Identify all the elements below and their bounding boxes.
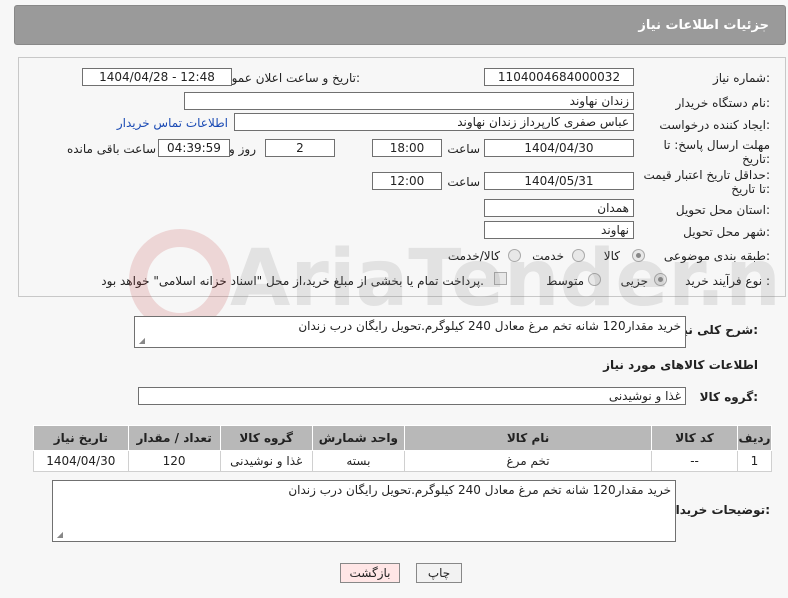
remaining-time-field: 04:39:59	[158, 139, 230, 157]
process-label: نوع فرآیند خرید :	[685, 274, 770, 288]
goods-section-title: اطلاعات کالاهای مورد نیاز	[603, 358, 758, 372]
deadline-time-label: ساعت	[447, 142, 480, 156]
cell-name: تخم مرغ	[403, 450, 653, 472]
city-field: نهاوند	[484, 221, 634, 239]
price-date-field: 1404/05/31	[484, 172, 634, 190]
page-title: جزئیات اطلاعات نیاز	[638, 18, 769, 33]
col-quantity: تعداد / مقدار	[127, 425, 221, 451]
province-label: استان محل تحویل:	[675, 203, 770, 217]
price-time-field: 12:00	[372, 172, 442, 190]
description-textarea[interactable]: خرید مقدار120 شانه تخم مرغ معادل 240 کیل…	[134, 316, 686, 348]
province-field: همدان	[484, 199, 634, 217]
process-medium-label: متوسط	[546, 274, 584, 288]
cell-group: غذا و نوشیدنی	[219, 450, 313, 472]
buyer-org-label: نام دستگاه خریدار:	[675, 96, 771, 110]
cell-row: 1	[736, 450, 773, 472]
min-price-label-2: تا تاریخ:	[731, 182, 770, 196]
buyer-notes-label: توضیحات خریدار:	[668, 503, 770, 517]
category-both-radio[interactable]	[508, 249, 521, 262]
cell-quantity: 120	[127, 450, 221, 472]
resize-grip-icon[interactable]: ◢	[55, 531, 63, 539]
process-medium-radio[interactable]	[588, 273, 601, 286]
table-row: 1404/04/30 120 غذا و نوشیدنی بسته تخم مر…	[33, 450, 773, 472]
payment-note: پرداخت تمام یا بخشی از مبلغ خرید،از محل …	[101, 274, 484, 288]
category-label: طبقه بندی موضوعی:	[663, 249, 770, 263]
days-field: 2	[265, 139, 335, 157]
description-text: خرید مقدار120 شانه تخم مرغ معادل 240 کیل…	[298, 319, 681, 333]
col-need-date: تاریخ نیاز	[33, 425, 129, 451]
city-label: شهر محل تحویل:	[683, 225, 770, 239]
need-number-field: 1104004684000032	[484, 68, 634, 86]
remaining-time-label: ساعت باقی مانده	[66, 142, 156, 156]
goods-table: تاریخ نیاز تعداد / مقدار گروه کالا واحد …	[33, 425, 773, 472]
process-minor-label: جزیی	[620, 274, 648, 288]
announce-label: تاریخ و ساعت اعلان عمومی:	[215, 71, 360, 85]
resize-grip-icon[interactable]: ◢	[137, 337, 145, 345]
announce-field: 1404/04/28 - 12:48	[82, 68, 232, 86]
buyer-notes-textarea[interactable]: خرید مقدار120 شانه تخم مرغ معادل 240 کیل…	[52, 480, 676, 542]
deadline-time-field: 18:00	[372, 139, 442, 157]
category-service-label: خدمت	[532, 249, 564, 263]
cell-unit: بسته	[311, 450, 406, 472]
col-group: گروه کالا	[219, 425, 313, 451]
min-price-label-1: حداقل تاریخ اعتبار قیمت:	[643, 168, 770, 182]
category-both-label: کالا/خدمت	[447, 249, 500, 263]
cell-code: --	[651, 450, 738, 472]
col-name: نام کالا	[403, 425, 653, 451]
deadline-date-field: 1404/04/30	[484, 139, 634, 157]
page-header: جزئیات اطلاعات نیاز	[14, 5, 786, 45]
col-unit: واحد شمارش	[311, 425, 406, 451]
goods-table-header: تاریخ نیاز تعداد / مقدار گروه کالا واحد …	[33, 425, 773, 451]
days-and-label: روز و	[229, 142, 256, 156]
creator-field: عباس صفری کارپرداز زندان نهاوند	[234, 113, 634, 131]
col-code: کد کالا	[651, 425, 738, 451]
deadline-label-2: تاریخ:	[742, 152, 770, 166]
category-goods-radio[interactable]	[632, 249, 645, 262]
buyer-org-field: زندان نهاوند	[184, 92, 634, 110]
creator-label: ایجاد کننده درخواست:	[659, 118, 770, 132]
back-button[interactable]: بازگشت	[340, 563, 400, 583]
goods-group-field: غذا و نوشیدنی	[138, 387, 686, 405]
need-number-label: شماره نیاز:	[712, 71, 770, 85]
contact-info-link[interactable]: اطلاعات تماس خریدار	[117, 116, 228, 130]
cell-need-date: 1404/04/30	[33, 450, 129, 472]
buyer-notes-text: خرید مقدار120 شانه تخم مرغ معادل 240 کیل…	[288, 483, 671, 497]
category-goods-label: کالا	[603, 249, 620, 263]
goods-group-label: گروه کالا:	[699, 390, 758, 404]
col-row: ردیف	[736, 425, 773, 451]
treasury-payment-checkbox[interactable]	[494, 272, 507, 285]
print-button[interactable]: چاپ	[416, 563, 462, 583]
price-time-label: ساعت	[447, 175, 480, 189]
category-service-radio[interactable]	[572, 249, 585, 262]
deadline-label-1: مهلت ارسال پاسخ: تا	[663, 138, 770, 152]
process-minor-radio[interactable]	[654, 273, 667, 286]
